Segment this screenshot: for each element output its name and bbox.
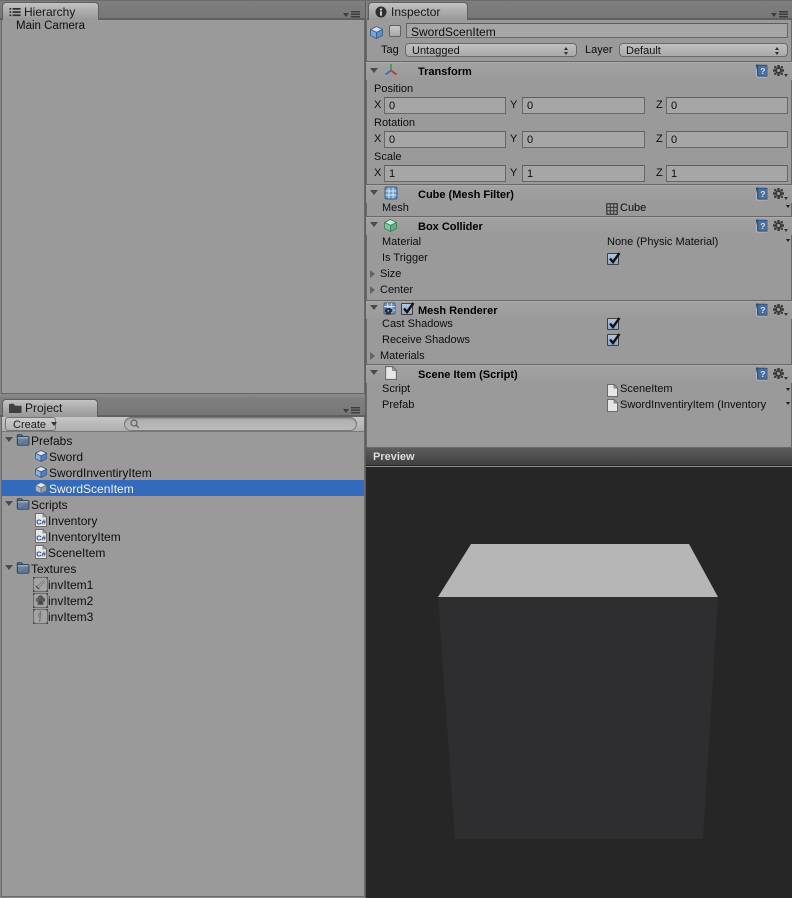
- svg-text:C#: C#: [36, 534, 46, 543]
- svg-text:C#: C#: [36, 550, 46, 559]
- svg-text:C#: C#: [36, 518, 46, 527]
- svg-text:?: ?: [760, 189, 765, 199]
- svg-text:?: ?: [760, 66, 765, 76]
- svg-text:?: ?: [760, 305, 765, 315]
- svg-text:?: ?: [760, 369, 765, 379]
- svg-text:?: ?: [760, 221, 765, 231]
